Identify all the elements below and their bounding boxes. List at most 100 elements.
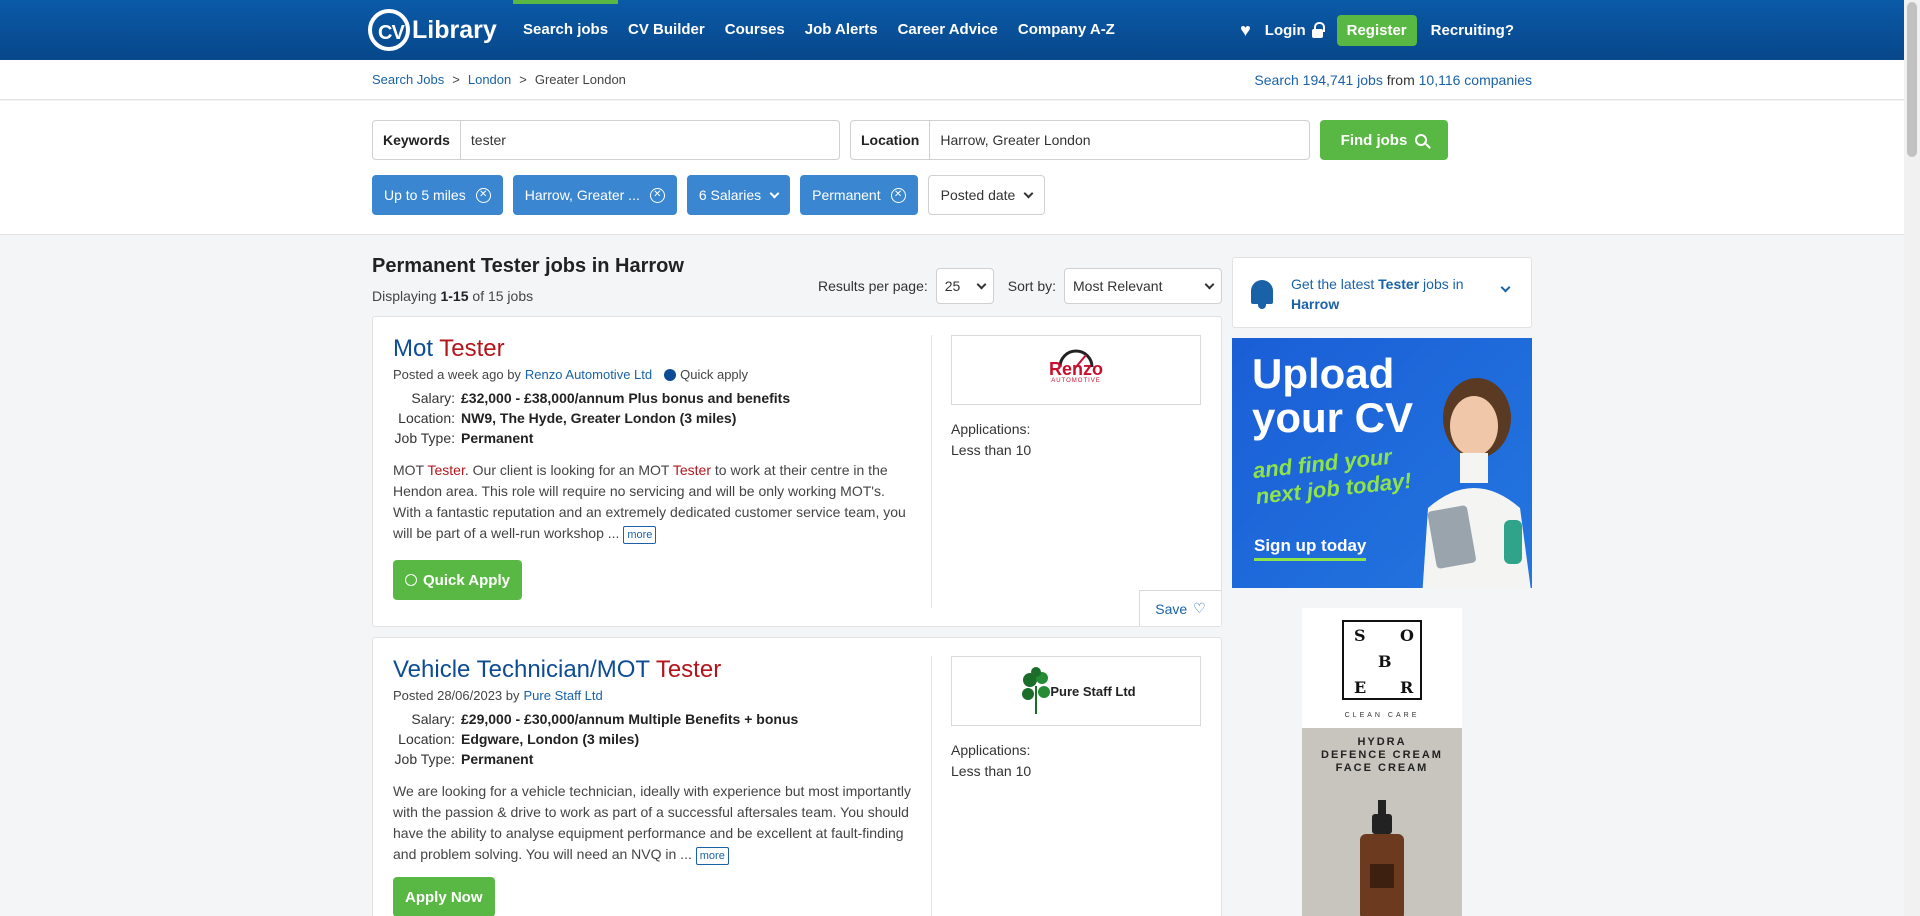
company-logo[interactable]: Pure Staff Ltd <box>951 656 1201 726</box>
sober-product-panel: HYDRA DEFENCE CREAM FACE CREAM <box>1302 728 1462 916</box>
job-alert-text: Get the latest Tester jobs in Harrow <box>1291 274 1491 314</box>
find-jobs-label: Find jobs <box>1340 131 1408 149</box>
ad-subline: and find your next job today! <box>1252 442 1413 510</box>
location-field[interactable]: Location Harrow, Greater London <box>850 120 1310 160</box>
apply-now-button[interactable]: Apply Now <box>393 877 495 916</box>
keywords-field[interactable]: Keywords tester <box>372 120 840 160</box>
cv-library-logo[interactable]: CV Library <box>368 8 497 52</box>
sort-value: Most Relevant <box>1073 278 1163 294</box>
job-title-text: Vehicle Technician/MOT <box>393 656 656 683</box>
save-label: Save <box>1155 600 1188 617</box>
desc-keyword: Tester <box>672 462 711 478</box>
location-input[interactable]: Harrow, Greater London <box>930 132 1100 148</box>
quick-apply-button[interactable]: Quick Apply <box>393 560 522 600</box>
remove-filter-icon[interactable]: ✕ <box>649 187 665 203</box>
active-filters: Up to 5 miles ✕ Harrow, Greater ... ✕ 6 … <box>372 175 1046 215</box>
sober-product-line3: FACE CREAM <box>1335 762 1429 774</box>
more-button[interactable]: more <box>695 847 729 865</box>
filter-salaries-dropdown[interactable]: 6 Salaries <box>686 175 791 215</box>
keywords-input[interactable]: tester <box>461 132 516 148</box>
recruiting-link[interactable]: Recruiting? <box>1431 22 1514 39</box>
job-title-link[interactable]: Vehicle Technician/MOT Tester <box>393 656 721 683</box>
location-value: Edgware, London (3 miles) <box>461 731 640 747</box>
company-link[interactable]: Pure Staff Ltd <box>524 688 603 703</box>
filter-distance-label: Up to 5 miles <box>384 187 466 203</box>
posted-line: Posted a week ago by Renzo Automotive Lt… <box>393 367 913 382</box>
filter-location-label: Harrow, Greater ... <box>524 187 640 203</box>
nav-company-a-z[interactable]: Company A-Z <box>1008 0 1125 60</box>
sober-letter: B <box>1378 652 1392 671</box>
per-page-select[interactable]: 25 <box>935 268 994 304</box>
ad-signup-cta[interactable]: Sign up today <box>1254 536 1367 561</box>
page-scrollbar[interactable] <box>1904 0 1920 916</box>
filter-location-chip[interactable]: Harrow, Greater ... ✕ <box>512 175 677 215</box>
find-jobs-button[interactable]: Find jobs <box>1320 120 1448 160</box>
sober-letter: S <box>1354 626 1366 645</box>
sort-select[interactable]: Most Relevant <box>1064 268 1222 304</box>
quick-apply-clock-icon <box>664 368 677 381</box>
quick-apply-icon <box>405 574 417 586</box>
applications-label: Applications: <box>951 742 1031 758</box>
results-count-range: 1-15 <box>440 288 469 304</box>
nav-job-alerts[interactable]: Job Alerts <box>795 0 888 60</box>
location-row: Location: NW9, The Hyde, Greater London (… <box>393 410 913 426</box>
more-button[interactable]: more <box>623 526 657 544</box>
job-details: Vehicle Technician/MOT Tester Posted 28/… <box>393 656 913 916</box>
remove-filter-icon[interactable]: ✕ <box>475 187 491 203</box>
stats-search-link[interactable]: Search <box>1254 72 1298 88</box>
filter-job-type-chip[interactable]: Permanent ✕ <box>800 175 918 215</box>
sober-brand-sub: CLEAN CARE <box>1344 712 1420 719</box>
sober-product-name: HYDRA DEFENCE CREAM FACE CREAM <box>1302 736 1462 775</box>
ad-headline-line1: Upload <box>1252 350 1395 397</box>
job-title-link[interactable]: Mot Tester <box>393 335 505 362</box>
breadcrumb-bar: Search Jobs > London > Greater London Se… <box>0 60 1904 100</box>
job-meta: Salary: £29,000 - £30,000/annum Multiple … <box>393 711 913 767</box>
results-count-suffix: of 15 jobs <box>472 288 534 304</box>
stats-jobs-count[interactable]: 194,741 jobs <box>1303 72 1383 88</box>
alert-keyword: Tester <box>1378 276 1420 292</box>
search-panel: Keywords tester Location Harrow, Greater… <box>0 101 1904 235</box>
chevron-down-icon <box>769 188 780 198</box>
card-divider <box>931 656 932 916</box>
breadcrumb: Search Jobs > London > Greater London <box>372 72 626 87</box>
save-job-button[interactable]: Save ♡ <box>1139 590 1221 626</box>
nav-account-area: ♥ Login Register Recruiting? <box>1240 0 1514 60</box>
job-card: Vehicle Technician/MOT Tester Posted 28/… <box>372 637 1222 916</box>
salary-row: Salary: £29,000 - £30,000/annum Multiple … <box>393 711 913 727</box>
saved-jobs-heart-icon[interactable]: ♥ <box>1240 20 1251 41</box>
applications-info: Applications: Less than 10 <box>951 740 1031 782</box>
results-controls: Results per page: 25 Sort by: Most Relev… <box>818 268 1222 304</box>
chevron-down-icon <box>1023 188 1034 198</box>
desc-text: MOT <box>393 462 428 478</box>
filter-distance-chip[interactable]: Up to 5 miles ✕ <box>372 175 503 215</box>
salary-row: Salary: £32,000 - £38,000/annum Plus bonu… <box>393 390 913 406</box>
salary-label: Salary: <box>411 711 455 727</box>
job-type-value: Permanent <box>461 751 534 767</box>
register-button[interactable]: Register <box>1336 14 1417 46</box>
job-alert-box[interactable]: Get the latest Tester jobs in Harrow <box>1232 257 1532 328</box>
stats-companies-count[interactable]: 10,116 companies <box>1419 72 1532 88</box>
stats-from: from <box>1386 72 1415 88</box>
nav-cv-builder[interactable]: CV Builder <box>618 0 715 60</box>
breadcrumb-search-jobs[interactable]: Search Jobs <box>372 72 444 87</box>
remove-filter-icon[interactable]: ✕ <box>890 187 906 203</box>
results-header: Permanent Tester jobs in Harrow Displayi… <box>372 255 1222 305</box>
nav-courses[interactable]: Courses <box>715 0 795 60</box>
scrollbar-thumb[interactable] <box>1907 2 1917 157</box>
job-type-label: Job Type: <box>394 751 455 767</box>
sober-ad[interactable]: S O B E R CLEAN CARE HYDRA DEFENCE CREAM… <box>1302 608 1462 916</box>
company-link[interactable]: Renzo Automotive Ltd <box>525 367 652 382</box>
login-link[interactable]: Login <box>1265 21 1325 39</box>
company-logo[interactable]: Renzo AUTOMOTIVE <box>951 335 1201 405</box>
bell-icon <box>1251 280 1273 309</box>
nav-career-advice[interactable]: Career Advice <box>888 0 1008 60</box>
card-divider <box>931 335 932 608</box>
job-type-row: Job Type: Permanent <box>393 430 913 446</box>
upload-cv-ad[interactable]: Upload your CV and find your next job to… <box>1232 338 1532 588</box>
chevron-down-icon[interactable] <box>1500 282 1511 293</box>
per-page-value: 25 <box>944 278 961 294</box>
breadcrumb-london[interactable]: London <box>468 72 511 87</box>
chevron-down-icon <box>976 279 987 289</box>
filter-posted-date-dropdown[interactable]: Posted date <box>927 175 1046 215</box>
nav-search-jobs[interactable]: Search jobs <box>513 0 619 60</box>
